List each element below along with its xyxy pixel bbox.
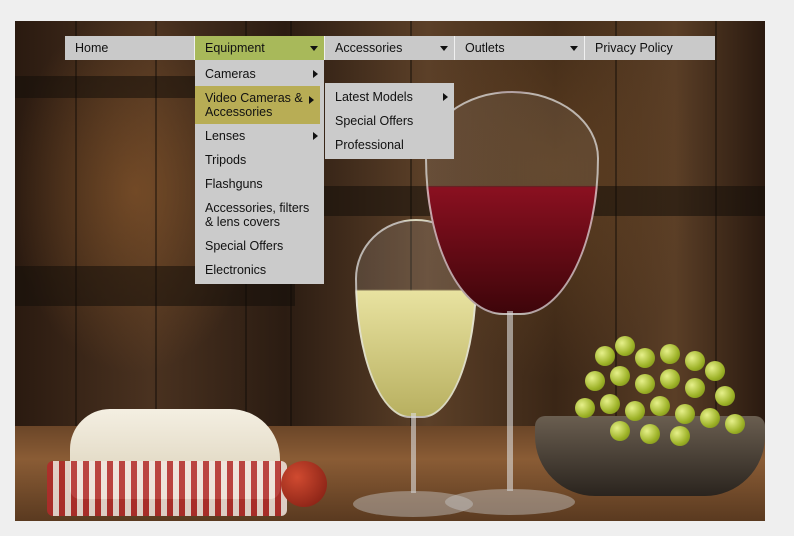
menu-item-cameras[interactable]: Cameras bbox=[195, 62, 324, 86]
menu-item-label: Video Cameras & Accessories bbox=[205, 91, 303, 119]
nav-outlets[interactable]: Outlets bbox=[455, 36, 585, 60]
chevron-right-icon bbox=[313, 70, 318, 78]
menu-item-video-cameras[interactable]: Video Cameras & Accessories bbox=[195, 86, 320, 124]
menu-item-label: Special Offers bbox=[205, 239, 284, 253]
menu-item-flashguns[interactable]: Flashguns bbox=[195, 172, 324, 196]
video-cameras-flyout: Latest Models Special Offers Professiona… bbox=[325, 83, 454, 159]
menu-item-professional[interactable]: Professional bbox=[325, 133, 454, 157]
menu-item-label: Flashguns bbox=[205, 177, 263, 191]
menu-item-label: Cameras bbox=[205, 67, 256, 81]
menu-item-label: Latest Models bbox=[335, 90, 413, 104]
chevron-down-icon bbox=[570, 46, 578, 51]
nav-outlets-label: Outlets bbox=[465, 41, 505, 55]
menu-item-electronics[interactable]: Electronics bbox=[195, 258, 324, 282]
grapes bbox=[565, 336, 765, 446]
chevron-down-icon bbox=[310, 46, 318, 51]
checkered-cloth bbox=[47, 461, 287, 516]
chevron-right-icon bbox=[309, 96, 314, 104]
menu-item-label: Special Offers bbox=[335, 114, 414, 128]
tomato bbox=[281, 461, 327, 507]
equipment-dropdown: Cameras Video Cameras & Accessories Lens… bbox=[195, 60, 324, 284]
chevron-right-icon bbox=[443, 93, 448, 101]
chevron-down-icon bbox=[440, 46, 448, 51]
menu-item-latest-models[interactable]: Latest Models bbox=[325, 85, 454, 109]
menu-item-label: Lenses bbox=[205, 129, 246, 143]
nav-home-label: Home bbox=[75, 41, 109, 55]
menu-item-lenses[interactable]: Lenses bbox=[195, 124, 324, 148]
nav-equipment-label: Equipment bbox=[205, 41, 265, 55]
nav-equipment[interactable]: Equipment bbox=[195, 36, 325, 60]
nav-privacy-policy[interactable]: Privacy Policy bbox=[585, 36, 715, 60]
menu-item-label: Accessories, filters & lens covers bbox=[205, 201, 310, 229]
main-nav: Home Equipment Accessories Outlets Priva… bbox=[65, 36, 715, 60]
menu-item-label: Tripods bbox=[205, 153, 247, 167]
nav-privacy-policy-label: Privacy Policy bbox=[595, 41, 673, 55]
nav-accessories-label: Accessories bbox=[335, 41, 403, 55]
menu-item-accessories-filters[interactable]: Accessories, filters & lens covers bbox=[195, 196, 324, 234]
menu-item-label: Professional bbox=[335, 138, 404, 152]
nav-home[interactable]: Home bbox=[65, 36, 195, 60]
menu-item-tripods[interactable]: Tripods bbox=[195, 148, 324, 172]
menu-item-special-offers-video[interactable]: Special Offers bbox=[325, 109, 454, 133]
chevron-right-icon bbox=[313, 132, 318, 140]
menu-item-label: Electronics bbox=[205, 263, 267, 277]
menu-item-special-offers[interactable]: Special Offers bbox=[195, 234, 324, 258]
nav-accessories[interactable]: Accessories bbox=[325, 36, 455, 60]
